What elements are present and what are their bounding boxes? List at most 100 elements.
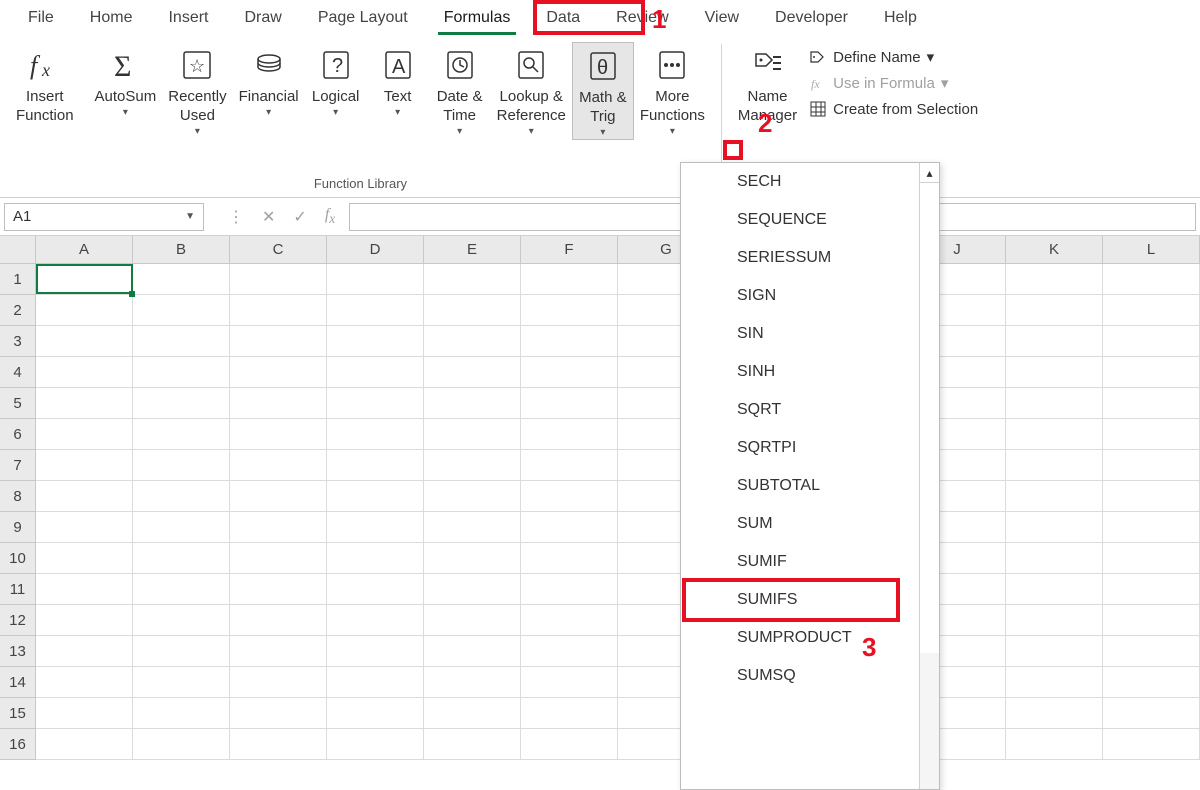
cell[interactable] [1006, 667, 1103, 697]
cell[interactable] [327, 326, 424, 356]
cell-a1[interactable] [36, 264, 133, 294]
cell[interactable] [424, 574, 521, 604]
cell[interactable] [327, 264, 424, 294]
cell[interactable] [327, 295, 424, 325]
cell[interactable] [1006, 512, 1103, 542]
tab-formulas[interactable]: Formulas [426, 3, 529, 33]
menu-item-sinh[interactable]: SINH [681, 353, 939, 391]
cell[interactable] [327, 636, 424, 666]
row-header[interactable]: 8 [0, 481, 35, 512]
col-header[interactable]: L [1103, 236, 1200, 263]
cell[interactable] [1006, 543, 1103, 573]
tab-data[interactable]: Data [528, 3, 598, 33]
cell[interactable] [1103, 295, 1200, 325]
cell[interactable] [36, 729, 133, 759]
cell[interactable] [327, 512, 424, 542]
insert-function-button[interactable]: fx Insert Function [10, 42, 80, 126]
cell[interactable] [36, 543, 133, 573]
row-header[interactable]: 11 [0, 574, 35, 605]
cell[interactable] [230, 357, 327, 387]
cell[interactable] [133, 450, 230, 480]
menu-item-sum[interactable]: SUM [681, 505, 939, 543]
row-header[interactable]: 14 [0, 667, 35, 698]
row-header[interactable]: 9 [0, 512, 35, 543]
cell[interactable] [327, 729, 424, 759]
cell[interactable] [1103, 574, 1200, 604]
cell[interactable] [36, 450, 133, 480]
cell[interactable] [133, 419, 230, 449]
fx-icon[interactable]: fx [325, 206, 335, 227]
dropdown-scrollbar[interactable]: ▴ [919, 163, 939, 789]
text-button[interactable]: A Text ▾ [367, 42, 429, 119]
row-header[interactable]: 10 [0, 543, 35, 574]
cell[interactable] [36, 605, 133, 635]
cell[interactable] [36, 667, 133, 697]
name-box[interactable]: A1 ▼ [4, 203, 204, 231]
cell[interactable] [521, 636, 618, 666]
cell[interactable] [1006, 357, 1103, 387]
cell[interactable] [1103, 326, 1200, 356]
cell[interactable] [1103, 450, 1200, 480]
cell[interactable] [424, 357, 521, 387]
cell[interactable] [36, 636, 133, 666]
cell[interactable] [230, 667, 327, 697]
cell[interactable] [1103, 419, 1200, 449]
menu-item-sign[interactable]: SIGN [681, 277, 939, 315]
cell[interactable] [521, 357, 618, 387]
cell[interactable] [133, 667, 230, 697]
cell[interactable] [133, 264, 230, 294]
cell[interactable] [1006, 388, 1103, 418]
cell[interactable] [1006, 636, 1103, 666]
cell[interactable] [133, 512, 230, 542]
row-header[interactable]: 6 [0, 419, 35, 450]
cell[interactable] [424, 729, 521, 759]
cell[interactable] [230, 419, 327, 449]
cell[interactable] [327, 357, 424, 387]
cell[interactable] [133, 729, 230, 759]
cell[interactable] [1103, 698, 1200, 728]
cell[interactable] [133, 543, 230, 573]
cell[interactable] [230, 295, 327, 325]
menu-item-sumif[interactable]: SUMIF [681, 543, 939, 581]
cell[interactable] [36, 419, 133, 449]
scroll-track[interactable] [920, 183, 939, 653]
recently-used-button[interactable]: ☆ Recently Used ▾ [162, 42, 232, 138]
cell[interactable] [521, 264, 618, 294]
cell[interactable] [424, 450, 521, 480]
cell[interactable] [36, 512, 133, 542]
cell[interactable] [230, 326, 327, 356]
col-header[interactable]: C [230, 236, 327, 263]
cell[interactable] [133, 388, 230, 418]
cell[interactable] [1006, 574, 1103, 604]
row-header[interactable]: 15 [0, 698, 35, 729]
menu-item-sumsq[interactable]: SUMSQ [681, 657, 939, 695]
cell[interactable] [230, 574, 327, 604]
tab-view[interactable]: View [687, 3, 757, 33]
cell[interactable] [230, 481, 327, 511]
tab-draw[interactable]: Draw [226, 3, 299, 33]
cell[interactable] [1103, 543, 1200, 573]
cancel-icon[interactable]: ✕ [262, 207, 275, 227]
enter-icon[interactable]: ✓ [293, 207, 306, 227]
cell[interactable] [1006, 326, 1103, 356]
lookup-reference-button[interactable]: Lookup & Reference ▾ [491, 42, 572, 138]
menu-item-sech[interactable]: SECH [681, 163, 939, 201]
cell[interactable] [36, 574, 133, 604]
cell[interactable] [327, 450, 424, 480]
cell[interactable] [230, 605, 327, 635]
cell[interactable] [521, 481, 618, 511]
date-time-button[interactable]: Date & Time ▾ [429, 42, 491, 138]
cell[interactable] [133, 326, 230, 356]
cell[interactable] [1103, 264, 1200, 294]
cell[interactable] [36, 388, 133, 418]
cell[interactable] [424, 667, 521, 697]
cell[interactable] [521, 326, 618, 356]
col-header[interactable]: B [133, 236, 230, 263]
cell[interactable] [230, 388, 327, 418]
cell[interactable] [521, 419, 618, 449]
row-header[interactable]: 1 [0, 264, 35, 295]
cell[interactable] [230, 450, 327, 480]
cell[interactable] [1103, 388, 1200, 418]
cell[interactable] [1006, 419, 1103, 449]
cell[interactable] [327, 419, 424, 449]
